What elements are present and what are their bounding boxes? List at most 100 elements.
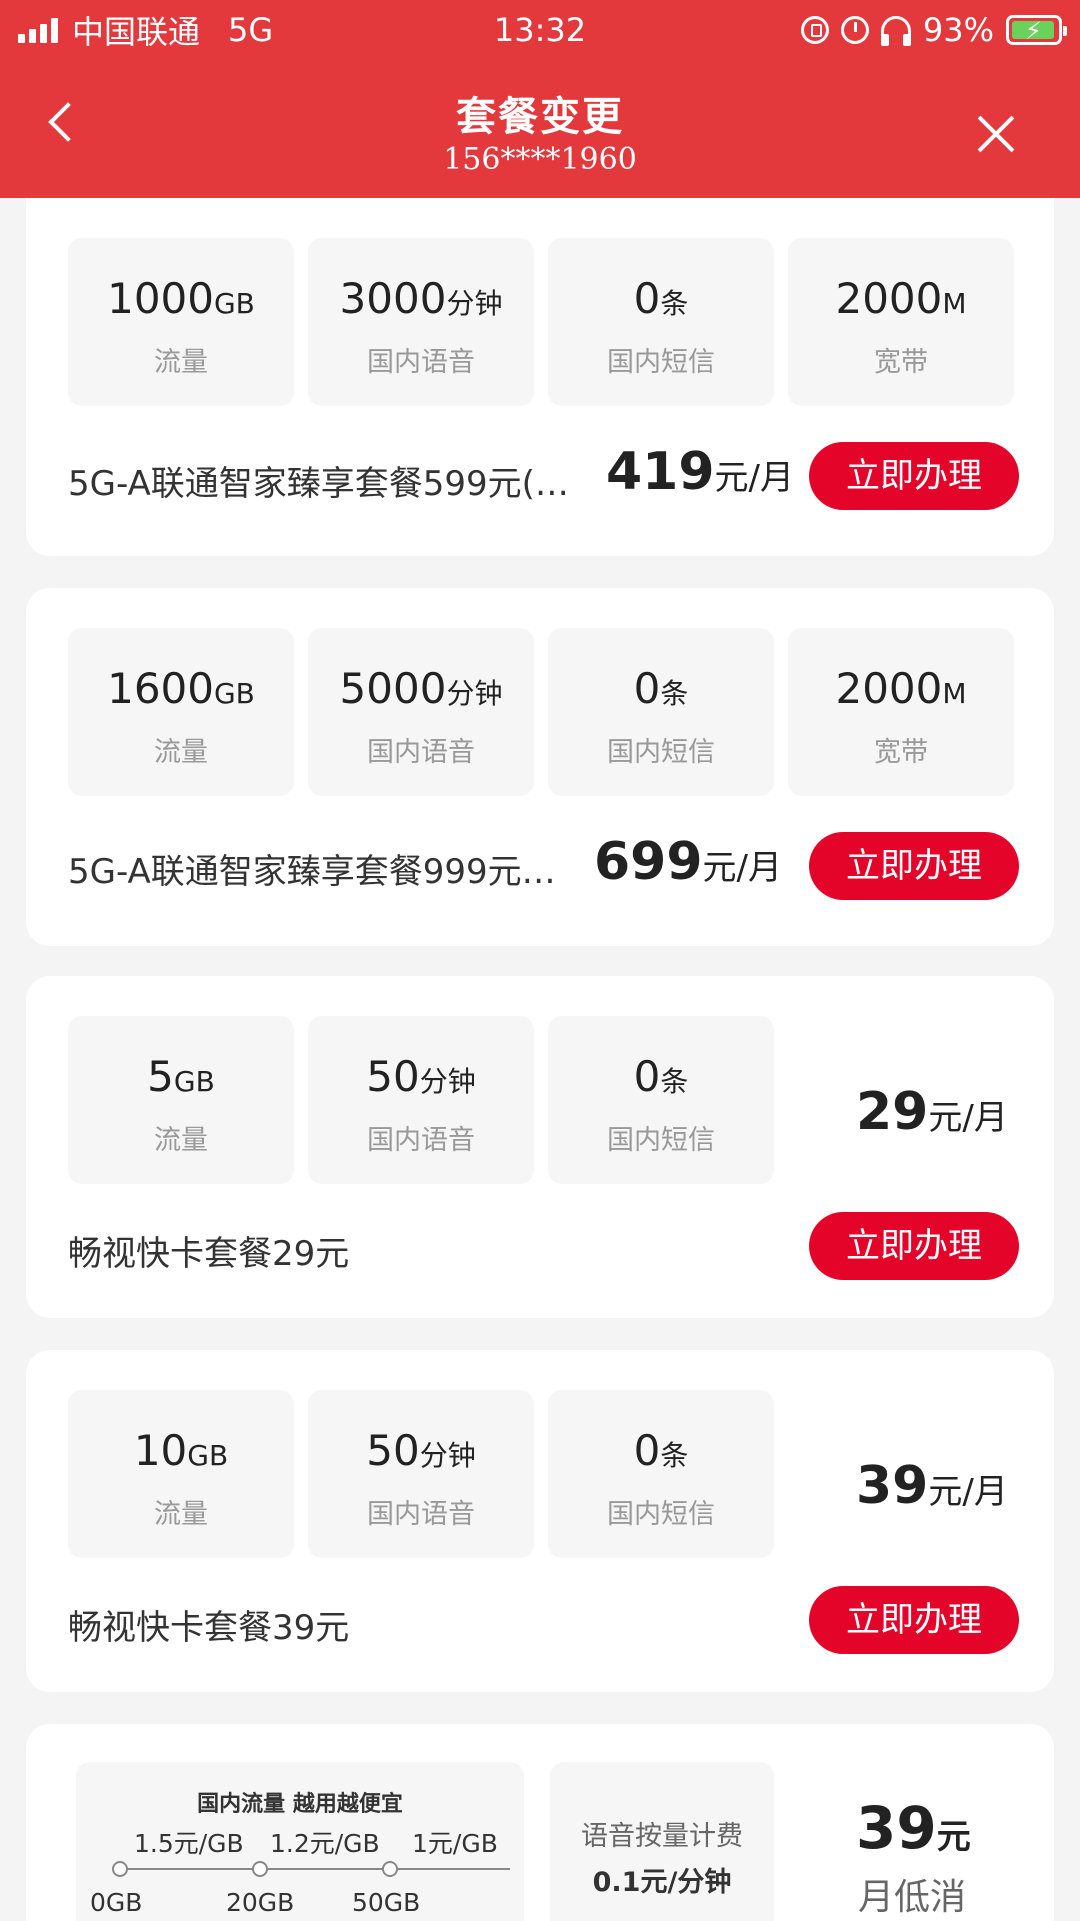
- battery-icon: ⚡: [1006, 15, 1067, 45]
- feature-value: 0: [633, 1052, 661, 1101]
- feature-label: 流量: [154, 1125, 208, 1156]
- feature-data: 5GB 流量: [68, 1016, 294, 1184]
- feature-label: 国内短信: [607, 1125, 715, 1156]
- feature-value: 5: [147, 1052, 174, 1101]
- price-value: 419: [606, 442, 715, 502]
- price-value: 39: [856, 1456, 929, 1516]
- plan-card: 5GB 流量 50分钟 国内语音 0条 国内短信 29元/月 畅视快卡套餐29元…: [26, 976, 1054, 1318]
- feature-label: 国内短信: [607, 1499, 715, 1530]
- feature-unit: 分钟: [446, 677, 503, 710]
- min-price-unit: 元: [936, 1817, 971, 1857]
- plan-card: 1600GB 流量 5000分钟 国内语音 0条 国内短信 2000M 宽带 5…: [26, 588, 1054, 946]
- feature-value: 50: [366, 1426, 420, 1475]
- feature-sms: 0条 国内短信: [548, 1390, 774, 1558]
- network-label: 5G: [228, 11, 274, 49]
- clock: 13:32: [493, 11, 587, 49]
- apply-button[interactable]: 立即办理: [809, 1586, 1019, 1654]
- plan-price: 699元/月: [594, 832, 782, 892]
- feature-label: 流量: [154, 347, 208, 378]
- price-value: 699: [594, 832, 703, 892]
- tier-price: 1元/GB: [412, 1829, 498, 1858]
- feature-voice: 3000分钟 国内语音: [308, 238, 534, 406]
- tier-line: [120, 1868, 510, 1870]
- tier-threshold: 0GB: [90, 1888, 143, 1917]
- feature-unit: 条: [660, 1439, 689, 1472]
- price-unit: 元/月: [928, 1098, 1008, 1138]
- voice-billing-box: 语音按量计费 0.1元/分钟: [550, 1762, 774, 1921]
- feature-data: 1600GB 流量: [68, 628, 294, 796]
- plan-price: 39元/月: [856, 1456, 1008, 1516]
- feature-broadband: 2000M 宽带: [788, 238, 1014, 406]
- feature-value: 2000: [835, 274, 943, 323]
- price-unit: 元/月: [714, 458, 795, 498]
- feature-value: 1000: [107, 274, 214, 323]
- close-icon[interactable]: [976, 114, 1016, 154]
- plan-name: 畅视快卡套餐39元: [68, 1608, 350, 1648]
- tier-dot: [112, 1861, 128, 1877]
- plan-name: 5G-A联通智家臻享套餐599元(…: [68, 464, 569, 504]
- feature-unit: 分钟: [419, 1065, 476, 1098]
- feature-value: 10: [133, 1426, 188, 1475]
- feature-unit: 条: [660, 287, 689, 320]
- plan-price: 419元/月: [606, 442, 794, 502]
- apply-button[interactable]: 立即办理: [809, 832, 1019, 900]
- tier-threshold: 50GB: [352, 1888, 421, 1917]
- plan-name: 5G-A联通智家臻享套餐999元…: [68, 852, 556, 892]
- min-price-label: 月低消: [858, 1877, 967, 1918]
- tier-price: 1.5元/GB: [134, 1829, 244, 1858]
- data-tier-box: 国内流量 越用越便宜 1.5元/GB 1.2元/GB 1元/GB 0GB 20G…: [76, 1762, 524, 1921]
- header: 中国联通 5G 13:32 93% ⚡ 套餐变更 156****1960: [0, 0, 1080, 198]
- feature-label: 国内短信: [607, 737, 715, 768]
- price-unit: 元/月: [928, 1472, 1008, 1512]
- tiered-plan-card: 国内流量 越用越便宜 1.5元/GB 1.2元/GB 1元/GB 0GB 20G…: [26, 1724, 1054, 1921]
- headphone-icon: [880, 16, 911, 46]
- tier-threshold: 20GB: [226, 1888, 295, 1917]
- plan-card: 1000GB 流量 3000分钟 国内语音 0条 国内短信 2000M 宽带 5…: [26, 198, 1054, 556]
- price-value: 29: [856, 1082, 929, 1142]
- carrier-label: 中国联通: [72, 13, 201, 51]
- min-price-value: 39: [856, 1794, 937, 1862]
- plan-card: 10GB 流量 50分钟 国内语音 0条 国内短信 39元/月 畅视快卡套餐39…: [26, 1350, 1054, 1692]
- feature-label: 国内语音: [367, 737, 475, 768]
- signal-icon: [18, 17, 58, 43]
- feature-value: 2000: [835, 664, 943, 713]
- feature-voice: 5000分钟 国内语音: [308, 628, 534, 796]
- feature-label: 流量: [154, 1499, 208, 1530]
- feature-unit: M: [942, 677, 967, 710]
- rotation-lock-icon: [800, 16, 829, 44]
- min-price: 39元: [856, 1794, 971, 1862]
- feature-value: 50: [366, 1052, 420, 1101]
- feature-unit: GB: [213, 287, 255, 320]
- plan-name: 畅视快卡套餐29元: [68, 1234, 350, 1274]
- feature-unit: 条: [660, 677, 689, 710]
- apply-button[interactable]: 立即办理: [809, 442, 1019, 510]
- feature-value: 0: [633, 664, 661, 713]
- feature-broadband: 2000M 宽带: [788, 628, 1014, 796]
- voice-title: 语音按量计费: [581, 1821, 743, 1852]
- feature-label: 宽带: [874, 737, 928, 768]
- feature-sms: 0条 国内短信: [548, 1016, 774, 1184]
- price-unit: 元/月: [702, 848, 783, 888]
- feature-sms: 0条 国内短信: [548, 238, 774, 406]
- feature-value: 0: [633, 1426, 661, 1475]
- feature-value: 5000: [339, 664, 447, 713]
- feature-data: 1000GB 流量: [68, 238, 294, 406]
- feature-unit: GB: [213, 677, 255, 710]
- phone-number: 156****1960: [443, 142, 637, 177]
- feature-unit: GB: [187, 1439, 229, 1472]
- feature-unit: 分钟: [446, 287, 503, 320]
- tier-price: 1.2元/GB: [270, 1829, 380, 1858]
- feature-label: 国内语音: [367, 347, 475, 378]
- feature-sms: 0条 国内短信: [548, 628, 774, 796]
- feature-value: 3000: [339, 274, 447, 323]
- apply-button[interactable]: 立即办理: [809, 1212, 1019, 1280]
- feature-label: 国内短信: [607, 347, 715, 378]
- feature-label: 国内语音: [367, 1125, 475, 1156]
- feature-unit: M: [942, 287, 967, 320]
- feature-unit: GB: [173, 1065, 215, 1098]
- voice-rate: 0.1元/分钟: [592, 1867, 732, 1898]
- feature-unit: 条: [660, 1065, 689, 1098]
- feature-value: 1600: [107, 664, 214, 713]
- feature-label: 宽带: [874, 347, 928, 378]
- page-title: 套餐变更: [456, 94, 624, 140]
